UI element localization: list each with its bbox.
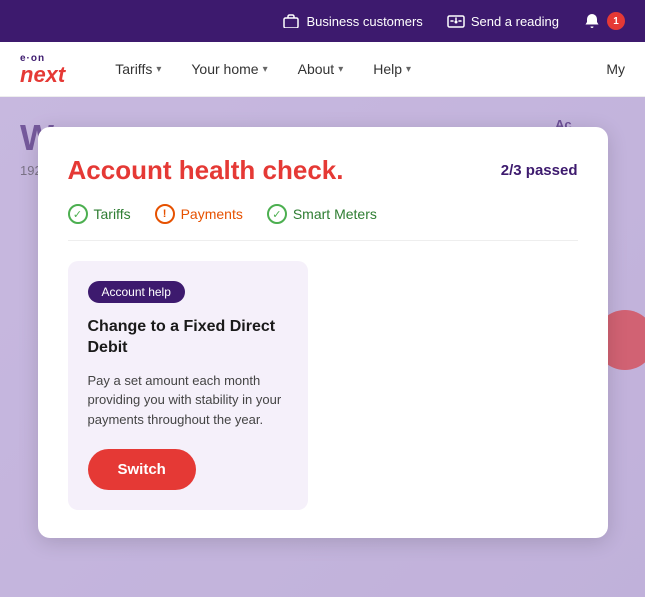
about-label: About (298, 61, 335, 77)
about-chevron-icon: ▾ (338, 64, 343, 75)
card-description: Pay a set amount each month providing yo… (88, 371, 288, 430)
modal-title: Account health check. (68, 155, 344, 186)
account-health-modal: Account health check. 2/3 passed ✓ Tarif… (38, 127, 608, 538)
nav-about[interactable]: About ▾ (298, 61, 344, 77)
your-home-chevron-icon: ▾ (263, 64, 268, 75)
check-tariffs: ✓ Tariffs (68, 204, 131, 224)
tariffs-label: Tariffs (115, 61, 152, 77)
card-badge: Account help (88, 281, 185, 303)
bell-icon (583, 12, 601, 30)
navbar: e·on next Tariffs ▾ Your home ▾ About ▾ … (0, 42, 645, 97)
logo[interactable]: e·on next (20, 53, 65, 86)
account-help-card: Account help Change to a Fixed Direct De… (68, 261, 308, 510)
nav-your-home[interactable]: Your home ▾ (191, 61, 267, 77)
payments-warning-icon: ! (155, 204, 175, 224)
nav-tariffs[interactable]: Tariffs ▾ (115, 61, 161, 77)
tariffs-check-icon: ✓ (68, 204, 88, 224)
payments-check-label: Payments (181, 206, 243, 222)
notification-count: 1 (607, 12, 625, 30)
business-label: Business customers (306, 14, 422, 29)
smart-meters-check-label: Smart Meters (293, 206, 377, 222)
meter-icon (447, 12, 465, 30)
smart-meters-check-icon: ✓ (267, 204, 287, 224)
send-reading-link[interactable]: Send a reading (447, 12, 559, 30)
check-smart-meters: ✓ Smart Meters (267, 204, 377, 224)
your-home-label: Your home (191, 61, 258, 77)
send-reading-label: Send a reading (471, 14, 559, 29)
modal-header: Account health check. 2/3 passed (68, 155, 578, 186)
help-chevron-icon: ▾ (406, 64, 411, 75)
modal-passed: 2/3 passed (501, 162, 578, 179)
help-label: Help (373, 61, 402, 77)
top-bar: Business customers Send a reading 1 (0, 0, 645, 42)
modal-overlay: Account health check. 2/3 passed ✓ Tarif… (0, 97, 645, 597)
business-customers-link[interactable]: Business customers (282, 12, 422, 30)
tariffs-chevron-icon: ▾ (156, 64, 161, 75)
check-payments: ! Payments (155, 204, 243, 224)
nav-my[interactable]: My (606, 61, 625, 77)
check-items-list: ✓ Tariffs ! Payments ✓ Smart Meters (68, 204, 578, 241)
card-title: Change to a Fixed Direct Debit (88, 317, 288, 359)
logo-next-text: next (20, 64, 65, 86)
briefcase-icon (282, 12, 300, 30)
notification-bell[interactable]: 1 (583, 12, 625, 30)
tariffs-check-label: Tariffs (94, 206, 131, 222)
switch-button[interactable]: Switch (88, 449, 196, 490)
nav-help[interactable]: Help ▾ (373, 61, 411, 77)
